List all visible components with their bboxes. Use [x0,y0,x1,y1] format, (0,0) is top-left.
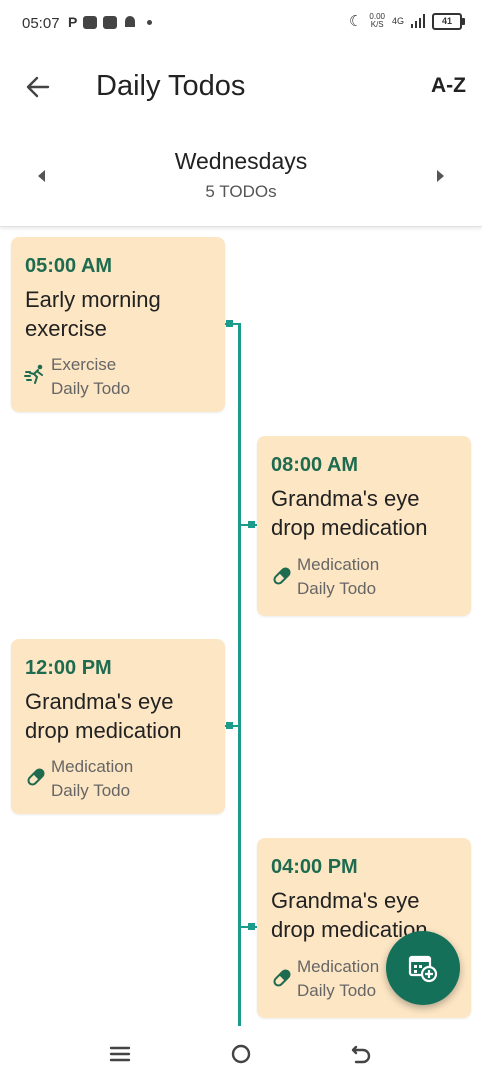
pill-icon [273,567,291,585]
day-navigator: Wednesdays 5 TODOs [0,128,482,227]
todo-category: Medication [297,555,380,574]
back-nav-button[interactable] [347,1040,375,1068]
todo-type: Daily Todo [297,981,377,1000]
notification-icon [83,15,98,29]
todo-time: 04:00 PM [271,856,358,878]
todo-category: Exercise [51,355,117,374]
todo-time: 05:00 AM [25,255,113,277]
status-system-icons: ☾ 0.00 K/S 4G 41 [348,12,465,30]
timeline-node [226,320,233,327]
todo-title: Grandma's eye drop medication [25,689,182,743]
menu-button[interactable] [106,1040,134,1068]
status-notification-icons: P [68,14,153,30]
status-bar: 05:07 P ☾ 0.00 K/S 4G 41 [0,0,482,48]
todo-category: Medication [51,757,134,776]
do-not-disturb-icon: ☾ [348,13,363,30]
add-todo-button[interactable] [386,931,460,1005]
pill-icon [273,969,291,987]
more-notifications-icon [147,19,153,25]
pill-icon [27,768,45,786]
battery-icon: 41 [432,12,465,30]
undo-back-icon [351,1045,371,1064]
app-bar: Daily Todos A-Z [0,48,482,128]
todo-title: Grandma's eye drop medication [271,486,428,540]
system-nav-bar [0,1026,482,1080]
sort-az-button[interactable]: A-Z [431,74,466,98]
todo-type: Daily Todo [51,781,131,800]
home-circle-icon [231,1044,251,1064]
notification-icon [103,15,118,29]
p-notification-icon: P [68,14,78,30]
todo-time: 08:00 AM [271,454,359,476]
todo-time: 12:00 PM [25,657,112,679]
day-title: Wednesdays [174,148,308,174]
todo-type: Daily Todo [51,379,131,398]
timeline-node [226,722,233,729]
signal-icon [411,14,425,28]
status-time: 05:07 [22,15,60,32]
todo-card[interactable]: 08:00 AM Grandma's eye drop medication M… [257,436,471,616]
network-type: 4G [391,16,404,26]
todo-card[interactable]: 05:00 AM Early morning exercise Exercise… [11,237,225,412]
next-day-button[interactable] [430,166,450,186]
todo-title: Early morning exercise [25,287,161,341]
todo-count: 5 TODOs [205,182,277,201]
page-title: Daily Todos [96,70,246,102]
timeline-node [248,923,255,930]
network-speed: 0.00 K/S [369,13,385,29]
running-icon [24,364,43,384]
back-button[interactable] [18,68,58,108]
home-button[interactable] [227,1040,255,1068]
arrow-left-icon [26,76,50,98]
add-calendar-icon [408,955,438,983]
todo-type: Daily Todo [297,579,377,598]
todo-card[interactable]: 12:00 PM Grandma's eye drop medication M… [11,639,225,814]
android-icon [125,16,136,27]
caret-right-icon [437,170,444,182]
timeline-node [248,521,255,528]
timeline-line [238,323,241,1026]
net-speed-unit: K/S [370,20,384,29]
menu-icon [109,1046,131,1062]
todo-category: Medication [297,957,380,976]
